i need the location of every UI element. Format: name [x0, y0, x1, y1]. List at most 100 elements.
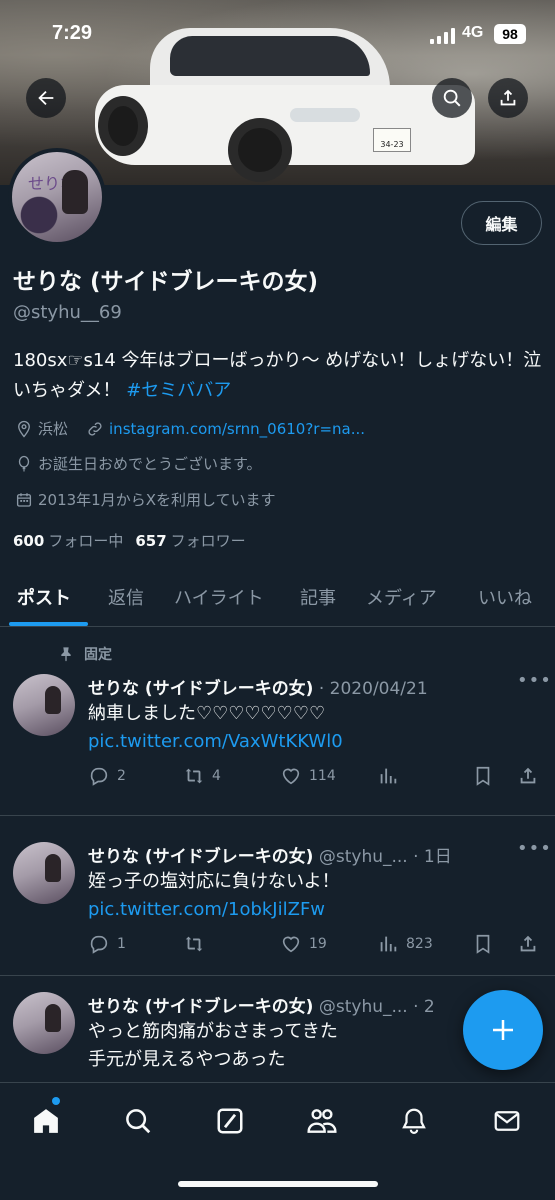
reply-icon [90, 935, 108, 954]
bookmark-icon [476, 934, 490, 954]
search-icon [443, 89, 461, 107]
following-link[interactable]: 600 フォロー中 [13, 532, 123, 550]
share-icon [520, 935, 536, 952]
edit-profile-button[interactable]: 編集 [461, 201, 542, 245]
bookmark-icon [476, 766, 490, 786]
tab-media[interactable]: メディア [366, 584, 437, 610]
pinned-label: 固定 [84, 647, 112, 663]
views-chart-icon [380, 936, 397, 952]
network-type: 4G [462, 24, 484, 41]
nav-grok[interactable] [210, 1101, 250, 1141]
post-avatar-figure [45, 1004, 61, 1032]
back-button[interactable] [26, 78, 66, 118]
reply-button[interactable]: 2 [88, 765, 126, 787]
post-avatar[interactable] [13, 674, 75, 736]
like-button[interactable]: 19 [280, 933, 327, 955]
repost-button[interactable] [183, 933, 212, 955]
post-share-button[interactable] [517, 765, 546, 787]
post-divider [0, 815, 555, 816]
post-author-name[interactable]: せりな (サイドブレーキの女) [88, 847, 313, 867]
tab-likes[interactable]: いいね [478, 584, 532, 610]
post-media-link[interactable]: pic.twitter.com/1obkJilZFw [88, 899, 325, 920]
following-count: 600 [13, 532, 45, 550]
followers-label: フォロワー [170, 532, 246, 550]
nav-home[interactable] [26, 1101, 66, 1141]
profile-meta-joined: 2013年1月からXを利用しています [15, 489, 276, 510]
bookmark-button[interactable] [472, 933, 501, 955]
profile-display-name: せりな (サイドブレーキの女) [13, 269, 319, 295]
search-button[interactable] [432, 78, 472, 118]
bookmark-button[interactable] [472, 765, 501, 787]
messages-icon [494, 1111, 520, 1131]
post-actions: 1 19 823 [88, 933, 543, 957]
profile-website-link[interactable]: instagram.com/srnn_0610?r=na... [109, 420, 365, 438]
profile-avatar[interactable]: せりな [8, 148, 106, 246]
nav-notifications[interactable] [394, 1101, 434, 1141]
profile-meta-birthday: お誕生日おめでとうございます。 [15, 453, 262, 474]
plus-icon [493, 1020, 513, 1040]
post-text: 納車しました♡♡♡♡♡♡♡♡ pic.twitter.com/VaxWtKKWl… [88, 700, 538, 756]
profile-bio: 180sx☞s14 今年はブローばっかり〜 めげない！しょげない！泣いちゃダメ！… [13, 346, 543, 406]
reply-icon [90, 767, 108, 786]
nav-messages[interactable] [487, 1101, 527, 1141]
profile-birthday: お誕生日おめでとうございます。 [38, 455, 262, 473]
nav-communities[interactable] [302, 1101, 342, 1141]
home-indicator [178, 1181, 378, 1187]
heart-icon [282, 768, 300, 785]
post-body: 姪っ子の塩対応に負けないよ！ [88, 871, 340, 892]
followers-count: 657 [135, 532, 167, 550]
banner-car-front-wheel [228, 118, 292, 182]
profile-joined: 2013年1月からXを利用しています [38, 491, 276, 509]
communities-icon [307, 1109, 337, 1133]
profile-handle: @styhu__69 [13, 302, 122, 323]
profile-tabs: ポスト 返信 ハイライト 記事 メディア いいね [0, 570, 555, 627]
home-icon [34, 1109, 58, 1133]
post-avatar-figure [45, 686, 61, 714]
views-button[interactable] [377, 765, 406, 787]
bio-hashtag[interactable]: #セミババア [126, 380, 231, 401]
post-share-button[interactable] [517, 933, 546, 955]
balloon-icon [18, 455, 30, 471]
post-divider [0, 975, 555, 976]
avatar-figure [62, 170, 88, 214]
repost-count: 4 [212, 768, 221, 784]
follow-stats: 600 フォロー中 657 フォロワー [13, 530, 246, 551]
compose-post-button[interactable] [463, 990, 543, 1070]
banner-car-headlight [290, 108, 360, 122]
battery-icon: 98 [494, 24, 526, 44]
tab-replies[interactable]: 返信 [108, 584, 144, 610]
tab-highlights[interactable]: ハイライト [174, 584, 264, 610]
reply-button[interactable]: 1 [88, 933, 126, 955]
views-button[interactable]: 823 [377, 933, 433, 955]
share-icon [500, 89, 516, 106]
post-author-name[interactable]: せりな (サイドブレーキの女) [88, 679, 313, 699]
followers-link[interactable]: 657 フォロワー [135, 532, 245, 550]
like-button[interactable]: 114 [280, 765, 336, 787]
status-time: 7:29 [52, 22, 93, 44]
nav-search[interactable] [118, 1101, 158, 1141]
reply-count: 2 [117, 768, 126, 784]
post-header: せりな (サイドブレーキの女) @styhu_... · 1日 [88, 842, 452, 867]
post-author-name[interactable]: せりな (サイドブレーキの女) [88, 997, 313, 1017]
repost-icon [185, 768, 203, 784]
tab-posts[interactable]: ポスト [17, 584, 71, 610]
following-label: フォロー中 [48, 532, 124, 550]
more-options-icon[interactable]: ••• [517, 838, 552, 859]
repost-button[interactable]: 4 [183, 765, 221, 787]
home-notification-dot [52, 1097, 60, 1105]
views-chart-icon [380, 768, 397, 784]
tab-articles[interactable]: 記事 [300, 584, 336, 610]
more-options-icon[interactable]: ••• [517, 670, 552, 691]
notifications-icon [402, 1108, 426, 1134]
post-avatar[interactable] [13, 992, 75, 1054]
post-text: 姪っ子の塩対応に負けないよ！ pic.twitter.com/1obkJilZF… [88, 868, 538, 924]
post-header: せりな (サイドブレーキの女) · 2020/04/21 [88, 674, 428, 699]
post-meta: · 2020/04/21 [313, 679, 428, 699]
post-media-link[interactable]: pic.twitter.com/VaxWtKKWl0 [88, 731, 343, 752]
post-header: せりな (サイドブレーキの女) @styhu_... · 2 [88, 992, 435, 1017]
profile-meta-location-website: 浜松 instagram.com/srnn_0610?r=na... [15, 418, 365, 439]
calendar-icon [16, 492, 32, 507]
share-profile-button[interactable] [488, 78, 528, 118]
repost-icon [185, 936, 203, 952]
post-avatar[interactable] [13, 842, 75, 904]
